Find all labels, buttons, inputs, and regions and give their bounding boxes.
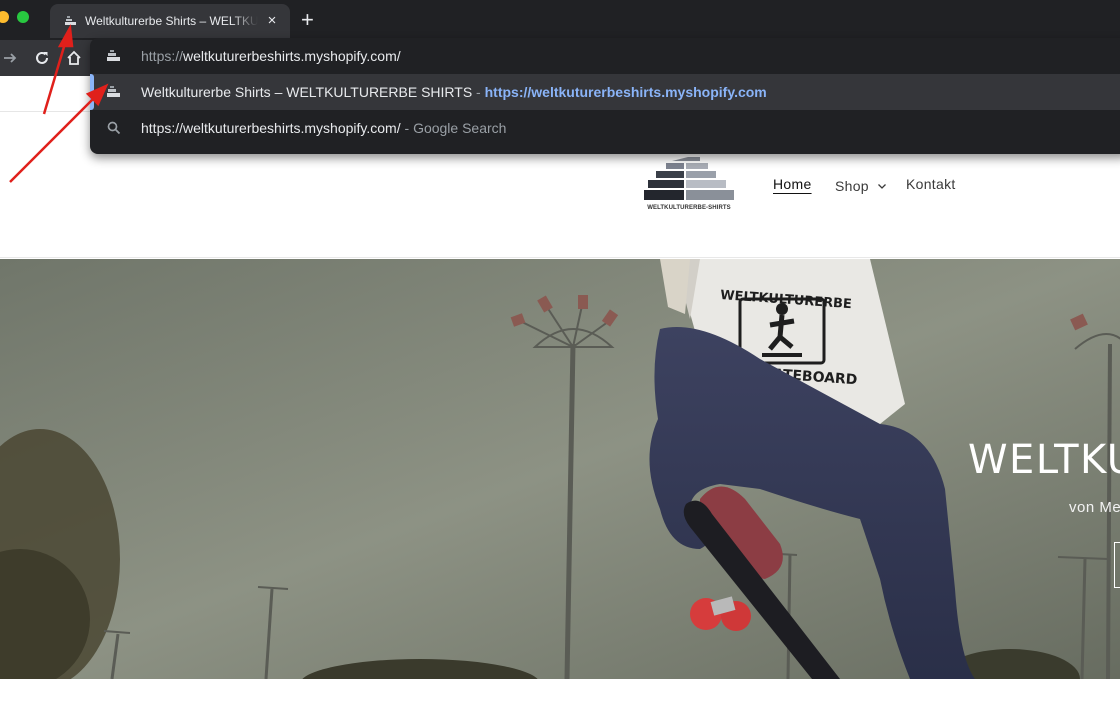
suggestion-title: Weltkulturerbe Shirts – WELTKULTURERBE S…	[141, 84, 473, 100]
chevron-down-icon	[877, 181, 887, 191]
nav-shop-link[interactable]: Shop	[835, 176, 887, 196]
suggestion-separator: -	[400, 120, 414, 136]
maximize-window-button[interactable]	[17, 11, 29, 23]
suggestion-query: https://weltkuturerbeshirts.myshopify.co…	[141, 120, 401, 136]
hero-banner: WELTKULTURERBE SKATEBOARD WELTKUL von Me	[0, 259, 1120, 679]
omnibox-url-host: weltkuturerbeshirts.myshopify.com/	[183, 48, 401, 64]
new-tab-button[interactable]: +	[301, 9, 314, 31]
suggestion-text: Weltkulturerbe Shirts – WELTKULTURERBE S…	[141, 84, 767, 100]
logo-wordmark: WELTKULTURERBE-SHIRTS	[647, 205, 731, 211]
search-icon	[106, 120, 122, 136]
minimize-window-button[interactable]	[0, 11, 9, 23]
suggestion-url: https://weltkuturerbeshirts.myshopify.co…	[484, 84, 767, 100]
close-tab-icon[interactable]: ×	[264, 13, 280, 29]
hero-subtitle: von Me	[1069, 499, 1120, 516]
site-favicon-icon	[106, 48, 122, 64]
browser-tab[interactable]: Weltkulturerbe Shirts – WELTKULTURERBE S…	[50, 4, 290, 38]
reload-icon[interactable]	[30, 46, 54, 70]
site-favicon-icon	[106, 84, 122, 100]
omnibox-input-row[interactable]: https://weltkuturerbeshirts.myshopify.co…	[90, 38, 1120, 74]
browser-tab-bar: Weltkulturerbe Shirts – WELTKULTURERBE S…	[0, 0, 1120, 40]
omnibox-url-scheme: https://	[141, 48, 184, 64]
omnibox-dropdown: https://weltkuturerbeshirts.myshopify.co…	[90, 38, 1120, 154]
suggestion-text: https://weltkuturerbeshirts.myshopify.co…	[141, 120, 506, 136]
nav-shop-label: Shop	[835, 178, 869, 194]
nav-kontakt-link[interactable]: Kontakt	[906, 176, 956, 196]
page-top-strip	[0, 76, 90, 112]
site-logo[interactable]: WELTKULTURERBE-SHIRTS	[642, 155, 736, 215]
omnibox-suggestion-site[interactable]: Weltkulturerbe Shirts – WELTKULTURERBE S…	[90, 74, 1120, 110]
hero-image: WELTKULTURERBE SKATEBOARD	[0, 259, 1120, 679]
nav-home-link[interactable]: Home	[773, 176, 812, 196]
page-below-hero	[0, 679, 1120, 727]
suggestion-separator: -	[472, 84, 485, 100]
omnibox-input[interactable]: https://weltkuturerbeshirts.myshopify.co…	[141, 48, 401, 64]
hero-cta-button[interactable]	[1114, 542, 1120, 588]
omnibox-suggestion-search[interactable]: https://weltkuturerbeshirts.myshopify.co…	[90, 110, 1120, 146]
site-favicon-icon	[64, 14, 78, 28]
home-icon[interactable]	[62, 46, 86, 70]
hero-title: WELTKUL	[968, 437, 1120, 483]
suggestion-hint: Google Search	[413, 120, 507, 136]
tab-title: Weltkulturerbe Shirts – WELTKULTURERBE S…	[85, 14, 258, 28]
forward-icon[interactable]	[0, 46, 22, 70]
selection-indicator	[90, 74, 94, 110]
